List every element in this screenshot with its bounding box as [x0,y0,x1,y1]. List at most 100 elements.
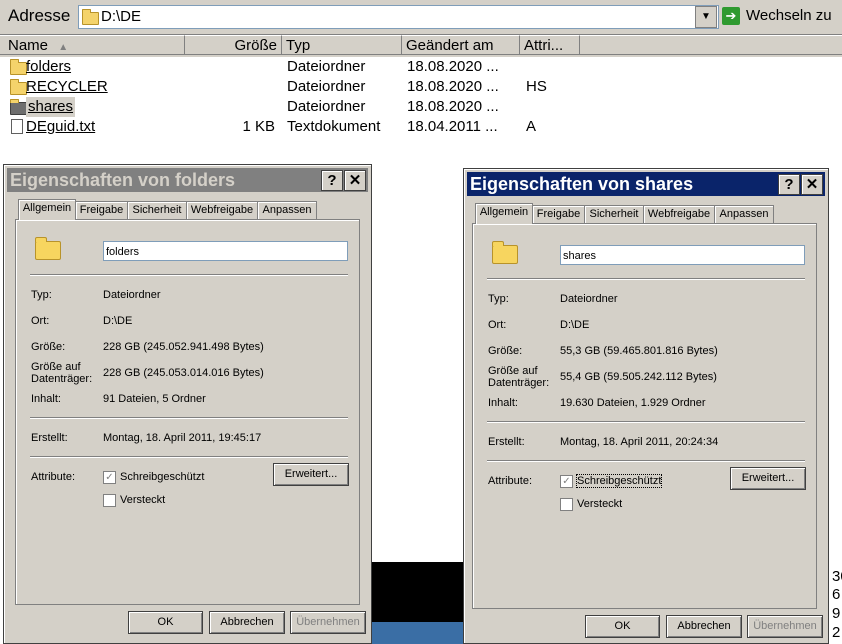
hidden-checkbox[interactable] [103,494,116,507]
list-item[interactable]: DEguid.txt 1 KB Textdokument 18.04.2011 … [0,117,842,137]
folder-name-input[interactable]: folders [103,241,348,261]
size-label: Größe: [488,345,523,357]
go-button[interactable]: ➔ Wechseln zu [722,6,840,28]
tab-allgemein[interactable]: Allgemein [18,199,76,220]
hidden-label: Versteckt [120,494,166,506]
disk-size-value: 228 GB (245.053.014.016 Bytes) [103,367,264,379]
tab-freigabe[interactable]: Freigabe [532,205,585,223]
list-item[interactable]: RECYCLER Dateiordner 18.08.2020 ... HS [0,77,842,97]
file-name: DEguid.txt [26,118,96,135]
tab-allgemein[interactable]: Allgemein [475,203,533,224]
properties-dialog-folders: Eigenschaften von folders ? ✕ Allgemein … [3,164,372,644]
ok-button[interactable]: OK [128,611,203,634]
column-header-size[interactable]: Größe [185,35,282,55]
readonly-checkbox[interactable]: ✓ [560,475,573,488]
attributes-label: Attribute: [31,471,76,483]
folder-icon [492,241,518,264]
address-bar: Adresse D:\DE ▼ ➔ Wechseln zu [0,0,842,35]
list-item[interactable]: folders Dateiordner 18.08.2020 ... [0,57,842,77]
column-header-attributes[interactable]: Attri... [520,35,580,55]
arrow-right-icon: ➔ [722,7,740,25]
dialog-titlebar: Eigenschaften von folders ? ✕ [7,168,368,192]
cancel-button[interactable]: Abbrechen [209,611,285,634]
contents-label: Inhalt: [488,397,518,409]
readonly-checkbox[interactable]: ✓ [103,471,116,484]
file-size: 1 KB [242,118,275,135]
type-value: Dateiordner [560,293,618,305]
folder-icon [10,59,27,75]
created-label: Erstellt: [488,436,525,448]
file-type: Dateiordner [287,58,366,75]
file-modified: 18.08.2020 ... [407,58,499,75]
go-label: Wechseln zu [746,7,832,24]
file-modified: 18.04.2011 ... [407,118,498,135]
created-value: Montag, 18. April 2011, 20:24:34 [560,436,719,448]
contents-label: Inhalt: [31,393,61,405]
dialog-titlebar: Eigenschaften von shares ? ✕ [467,172,825,196]
file-type: Dateiordner [287,78,366,95]
list-item[interactable]: shares Dateiordner 18.08.2020 ... [0,97,842,117]
close-button[interactable]: ✕ [344,170,366,191]
file-attributes: A [526,118,537,135]
hidden-checkbox[interactable] [560,498,573,511]
file-type: Textdokument [287,118,381,135]
readonly-label: Schreibgeschützt [575,474,663,488]
chevron-down-icon[interactable]: ▼ [695,6,717,28]
cancel-button[interactable]: Abbrechen [666,615,742,638]
folder-icon [82,9,99,25]
column-header-type[interactable]: Typ [282,35,402,55]
size-label: Größe: [31,341,66,353]
file-modified: 18.08.2020 ... [407,98,499,115]
tab-webfreigabe[interactable]: Webfreigabe [643,205,715,223]
file-attributes: HS [526,78,547,95]
column-header-name-label: Name [8,37,49,54]
tab-webfreigabe[interactable]: Webfreigabe [186,201,258,219]
address-label: Adresse [8,6,71,25]
disk-size-value: 55,4 GB (59.505.242.112 Bytes) [560,371,717,383]
created-label: Erstellt: [31,432,68,444]
help-button[interactable]: ? [321,170,343,191]
contents-value: 19.630 Dateien, 1.929 Ordner [560,397,706,409]
size-value: 55,3 GB (59.465.801.816 Bytes) [560,345,718,357]
tab-sicherheit[interactable]: Sicherheit [127,201,187,219]
help-button[interactable]: ? [778,174,800,195]
list-number: 9 [832,605,841,622]
contents-value: 91 Dateien, 5 Ordner [103,393,206,405]
disk-size-label-line1: Größe auf [31,361,81,373]
list-number: 2 [832,624,841,641]
file-name: RECYCLER [26,78,108,95]
disk-size-label-line2: Datenträger: [31,373,93,385]
apply-button[interactable]: Übernehmen [290,611,366,634]
tab-anpassen[interactable]: Anpassen [257,201,317,219]
divider [487,421,805,423]
apply-button[interactable]: Übernehmen [747,615,823,638]
tab-sicherheit[interactable]: Sicherheit [584,205,644,223]
dialog-title: Eigenschaften von shares [470,174,694,194]
advanced-button[interactable]: Erweitert... [730,467,806,490]
address-input[interactable]: D:\DE [78,5,719,29]
column-header-name[interactable]: Name ▲ [0,35,185,55]
divider [487,278,805,280]
text-file-icon [11,119,23,134]
file-modified: 18.08.2020 ... [407,78,499,95]
folder-name-input[interactable]: shares [560,245,805,265]
location-label: Ort: [31,315,50,327]
divider [30,456,348,458]
tab-anpassen[interactable]: Anpassen [714,205,774,223]
file-name: folders [26,58,72,75]
type-label: Typ: [31,289,52,301]
advanced-button[interactable]: Erweitert... [273,463,349,486]
close-button[interactable]: ✕ [801,174,823,195]
ok-button[interactable]: OK [585,615,660,638]
column-header-row: Name ▲ Größe Typ Geändert am Attri... [0,35,842,57]
divider [487,460,805,462]
column-header-modified[interactable]: Geändert am [402,35,520,55]
file-type: Dateiordner [287,98,366,115]
tab-freigabe[interactable]: Freigabe [75,201,128,219]
readonly-label: Schreibgeschützt [120,471,205,483]
tab-panel: folders Typ: Dateiordner Ort: D:\DE Größ… [15,219,360,605]
sort-up-icon: ▲ [58,42,69,53]
desktop-background [372,622,464,644]
created-value: Montag, 18. April 2011, 19:45:17 [103,432,262,444]
folder-icon [35,237,61,260]
